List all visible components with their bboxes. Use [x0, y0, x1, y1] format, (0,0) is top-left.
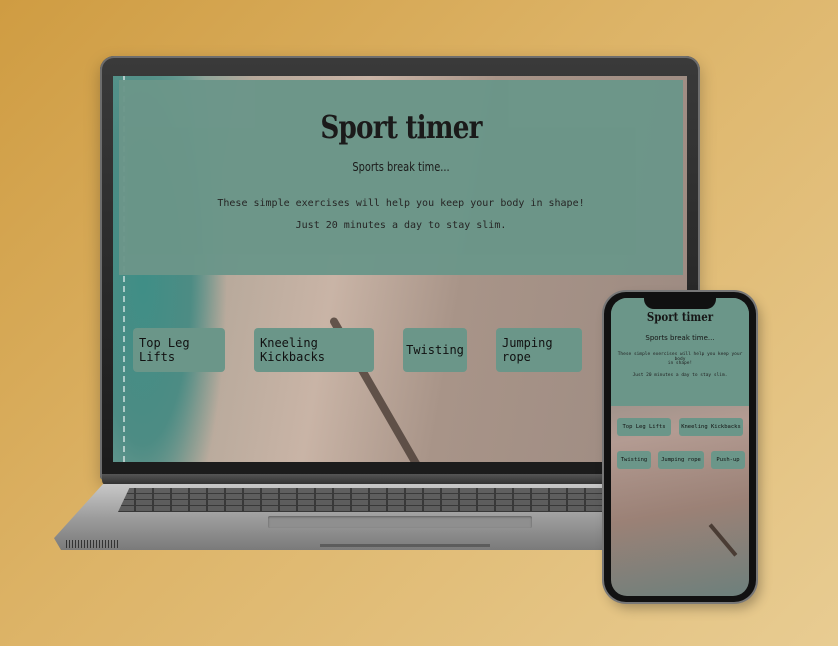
phone-notch — [644, 297, 716, 309]
description-line-1: These simple exercises will help you kee… — [217, 198, 585, 209]
phone-exercise-button-top-leg-lifts[interactable]: Top Leg Lifts — [617, 418, 671, 436]
hero-section: Sport timer Sports break time... These s… — [119, 80, 683, 275]
phone-background-driftwood — [708, 523, 738, 557]
phone-page-subtitle: Sports break time... — [645, 334, 715, 342]
phone-hero-section: Sport timer Sports break time... These s… — [611, 298, 749, 406]
exercise-button-top-leg-lifts[interactable]: Top Leg Lifts — [133, 328, 225, 372]
phone-exercise-button-jumping-rope[interactable]: Jumping rope — [658, 451, 704, 469]
exercise-button-kneeling-kickbacks[interactable]: Kneeling Kickbacks — [254, 328, 374, 372]
laptop-screen: Sport timer Sports break time... These s… — [113, 76, 687, 462]
phone-screen: Sport timer Sports break time... These s… — [611, 298, 749, 596]
laptop-vent — [66, 540, 118, 548]
laptop-trackpad — [268, 516, 532, 528]
phone-exercise-button-kneeling-kickbacks[interactable]: Kneeling Kickbacks — [679, 418, 743, 436]
exercise-button-jumping-rope[interactable]: Jumping rope — [496, 328, 582, 372]
page-title: Sport timer — [320, 108, 482, 146]
laptop-keyboard — [118, 488, 686, 512]
page-subtitle: Sports break time... — [352, 160, 450, 174]
laptop-base-groove — [320, 544, 490, 547]
description-line-2: Just 20 minutes a day to stay slim. — [295, 220, 507, 231]
phone-exercise-button-twisting[interactable]: Twisting — [617, 451, 651, 469]
phone-exercise-button-push-up[interactable]: Push-up — [711, 451, 745, 469]
phone-page-title: Sport timer — [646, 310, 714, 324]
phone-description-line-2: Just 20 minutes a day to stay slim. — [632, 373, 728, 378]
phone-description-line-1b: in shape! — [667, 361, 693, 366]
exercise-button-twisting[interactable]: Twisting — [403, 328, 467, 372]
